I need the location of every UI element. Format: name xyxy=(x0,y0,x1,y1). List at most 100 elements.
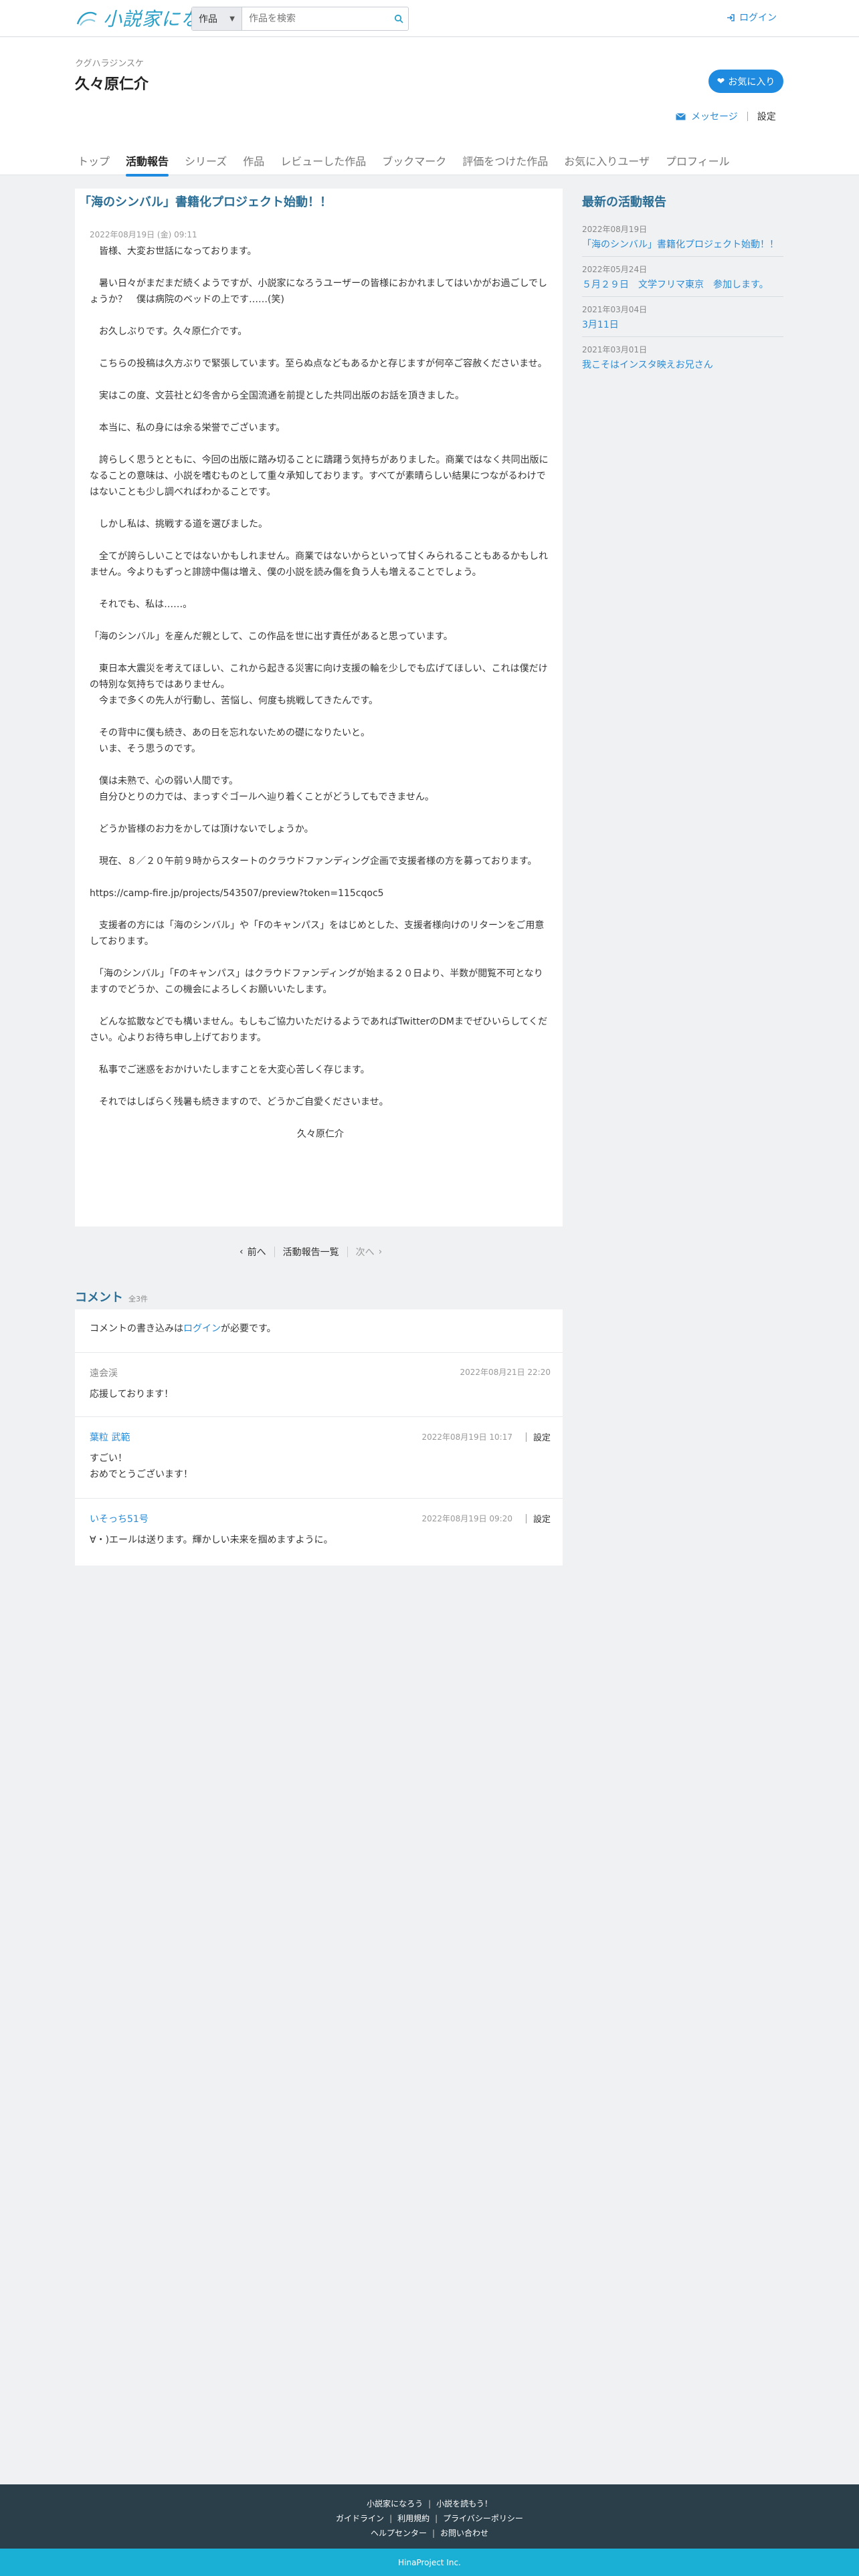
tab-series[interactable]: シリーズ xyxy=(177,146,235,177)
comment-date: 2022年08月21日 22:20 xyxy=(460,1366,551,1378)
activity-report: 「海のシンバル」書籍化プロジェクト始動！！ 2022年08月19日 (金) 09… xyxy=(75,189,563,1226)
tab-activity-report[interactable]: 活動報告 xyxy=(118,146,177,177)
report-paragraph: どうか皆様のお力をかしては頂けないでしょうか。 xyxy=(90,824,314,835)
divider xyxy=(274,1247,275,1257)
tab-top[interactable]: トップ xyxy=(70,146,118,177)
message-link[interactable]: メッセージ xyxy=(676,110,738,123)
report-date: 2022年08月19日 (金) 09:11 xyxy=(90,230,197,239)
sidebar-report-item: 2022年08月19日 「海のシンバル」書籍化プロジェクト始動！！ xyxy=(582,217,783,257)
report-paragraph: 皆様、大変お世話になっております。 xyxy=(90,246,257,257)
logo-swirl-icon xyxy=(76,11,97,26)
envelope-icon xyxy=(676,112,686,120)
comment-date: 2022年08月19日 09:20 設定 xyxy=(422,1512,551,1525)
report-paragraph: https://camp-fire.jp/projects/543507/pre… xyxy=(90,888,384,899)
search-category-label: 作品 xyxy=(199,14,217,25)
search-icon xyxy=(394,14,403,23)
comment-date-text: 2022年08月21日 22:20 xyxy=(460,1368,551,1377)
tab-favorite-users[interactable]: お気に入りユーザ xyxy=(556,146,658,177)
divider: | xyxy=(428,2499,432,2508)
comment-text: 応援しております！ xyxy=(90,1389,174,1400)
report-paragraph: 実はこの度、文芸社と幻冬舎から全国流通を前提とした共同出版のお話を頂きました。 xyxy=(90,391,464,401)
report-paragraph: お久しぶりです。久々原仁介です。 xyxy=(90,326,248,337)
comment-settings-link[interactable]: 設定 xyxy=(533,1430,551,1443)
sidebar-report-item: 2021年03月01日 我こそはインスタ映えお兄さん xyxy=(582,337,783,377)
sidebar-report-item: 2021年03月04日 3月11日 xyxy=(582,297,783,337)
login-icon xyxy=(727,13,735,21)
chevron-left-icon: ‹ xyxy=(240,1247,244,1257)
chevron-down-icon: ▼ xyxy=(229,15,235,23)
report-paragraph: どんな拡散などでも構いません。もしもご協力いただけるようであればTwitterの… xyxy=(90,1016,548,1043)
footer-link[interactable]: 小説を読もう！ xyxy=(436,2499,492,2508)
report-paragraph: しかし私は、挑戦する道を選びました。 xyxy=(90,519,268,530)
footer-row: ガイドライン | 利用規約 | プライバシーポリシー xyxy=(0,2512,859,2524)
footer-link[interactable]: 小説家になろう xyxy=(367,2499,423,2508)
tab-bookmarks[interactable]: ブックマーク xyxy=(374,146,454,177)
user-tabs: トップ 活動報告 シリーズ 作品 レビューした作品 ブックマーク 評価をつけた作… xyxy=(70,146,738,177)
next-label: 次へ xyxy=(355,1247,375,1258)
footer-link[interactable]: お問い合わせ xyxy=(440,2529,488,2538)
comment-settings-link[interactable]: 設定 xyxy=(533,1512,551,1525)
comment-text: すごい！ おめでとうございます！ xyxy=(90,1453,193,1480)
sidebar-report-link[interactable]: 我こそはインスタ映えお兄さん xyxy=(582,358,783,371)
footer-link[interactable]: ヘルプセンター xyxy=(371,2529,427,2538)
report-paragraph: 現在、８／２０午前９時からスタートのクラウドファンディング企画で支援者様の方を募… xyxy=(90,856,537,867)
copyright-text: HinaProject Inc. xyxy=(398,2557,461,2567)
comments-heading: コメント 全3件 xyxy=(75,1288,148,1305)
tab-rated-works[interactable]: 評価をつけた作品 xyxy=(454,146,556,177)
comment-date-text: 2022年08月19日 09:20 xyxy=(421,1514,512,1523)
user-name: 久々原仁介 xyxy=(75,76,149,93)
comment-login-link[interactable]: ログイン xyxy=(183,1323,221,1334)
report-paragraph: その背中に僕も続き、あの日を忘れないための礎になりたいと。 いま、そう思うのです… xyxy=(98,728,371,754)
comments-box: コメントの書き込みはログインが必要です。 遠会渓 2022年08月21日 22:… xyxy=(75,1309,563,1566)
comment-author: 遠会渓 xyxy=(90,1368,118,1379)
comment-text: ∀・)エールは送ります。輝かしい未来を掴めますように。 xyxy=(90,1535,333,1545)
prev-label: 前へ xyxy=(247,1247,266,1258)
divider: | xyxy=(435,2514,438,2523)
prev-report-link[interactable]: ‹ 前へ xyxy=(240,1245,266,1259)
login-link[interactable]: ログイン xyxy=(727,11,777,24)
divider xyxy=(347,1247,348,1257)
comment-note-text: が必要です。 xyxy=(221,1323,276,1334)
footer-row: ヘルプセンター | お問い合わせ xyxy=(0,2527,859,2539)
tab-reviewed-works[interactable]: レビューした作品 xyxy=(272,146,374,177)
report-paragraph: 暑い日々がまだまだ続くようですが、小説家になろうユーザーの皆様におかれましてはい… xyxy=(90,278,548,305)
search-input[interactable] xyxy=(242,7,389,30)
add-favorite-button[interactable]: ❤ お気に入り xyxy=(708,70,783,93)
chevron-right-icon: › xyxy=(378,1247,383,1257)
sidebar-report-item: 2022年05月24日 ５月２９日 文学フリマ東京 参加します。 xyxy=(582,257,783,297)
tab-profile[interactable]: プロフィール xyxy=(658,146,738,177)
footer-link[interactable]: プライバシーポリシー xyxy=(443,2514,523,2523)
comment-author-link[interactable]: いそっち51号 xyxy=(90,1512,149,1525)
next-report-link: 次へ › xyxy=(356,1245,383,1259)
search-button[interactable] xyxy=(389,7,408,30)
report-paragraph: 「海のシンバル」を産んだ親として、この作品を世に出す責任があると思っています。 xyxy=(90,631,453,642)
sidebar-report-link[interactable]: ５月２９日 文学フリマ東京 参加します。 xyxy=(582,278,783,291)
report-paragraph: 僕は未熟で、心の弱い人間です。 自分ひとりの力では、まっすぐゴールへ辿り着くこと… xyxy=(98,776,434,802)
report-paragraph: 本当に、私の身には余る栄誉でございます。 xyxy=(90,423,286,433)
footer-link[interactable]: 利用規約 xyxy=(397,2514,430,2523)
report-paragraph: 私事でご迷惑をおかけいたしますことを大変心苦しく存じます。 xyxy=(90,1065,370,1075)
tab-works[interactable]: 作品 xyxy=(235,146,272,177)
divider: | xyxy=(389,2514,393,2523)
report-list-link[interactable]: 活動報告一覧 xyxy=(283,1245,339,1259)
sidebar-report-link[interactable]: 3月11日 xyxy=(582,318,783,331)
sidebar-report-link[interactable]: 「海のシンバル」書籍化プロジェクト始動！！ xyxy=(582,237,783,251)
sidebar-report-date: 2021年03月04日 xyxy=(582,305,648,314)
footer-link[interactable]: ガイドライン xyxy=(336,2514,384,2523)
comment-date-text: 2022年08月19日 10:17 xyxy=(421,1432,512,1442)
comment-item: 遠会渓 2022年08月21日 22:20 応援しております！ xyxy=(75,1352,563,1416)
divider xyxy=(747,112,748,121)
report-pager: ‹ 前へ 活動報告一覧 次へ › xyxy=(240,1245,382,1259)
report-paragraph: 「海のシンバル」「Fのキャンパス」はクラウドファンディングが始まる２０日より、半… xyxy=(90,968,543,995)
comment-login-note: コメントの書き込みはログインが必要です。 xyxy=(90,1321,276,1335)
divider xyxy=(525,1513,527,1523)
report-paragraph: それでも、私は……。 xyxy=(90,599,193,610)
search-category-select[interactable]: 作品 ▼ xyxy=(192,7,242,30)
footer-row: 小説家になろう | 小説を読もう！ xyxy=(0,2498,859,2509)
report-paragraph: 誇らしく思うとともに、今回の出版に踏み切ることに躊躇う気持ちがありました。商業で… xyxy=(90,455,549,498)
divider: | xyxy=(432,2529,436,2538)
sidebar-report-date: 2022年05月24日 xyxy=(582,265,648,274)
comment-author-link[interactable]: 葉粒 武範 xyxy=(90,1430,130,1444)
report-paragraph: こちらの投稿は久方ぶりで緊張しています。至らぬ点などもあるかと存じますが何卒ご容… xyxy=(90,358,547,369)
settings-link[interactable]: 設定 xyxy=(757,110,776,123)
